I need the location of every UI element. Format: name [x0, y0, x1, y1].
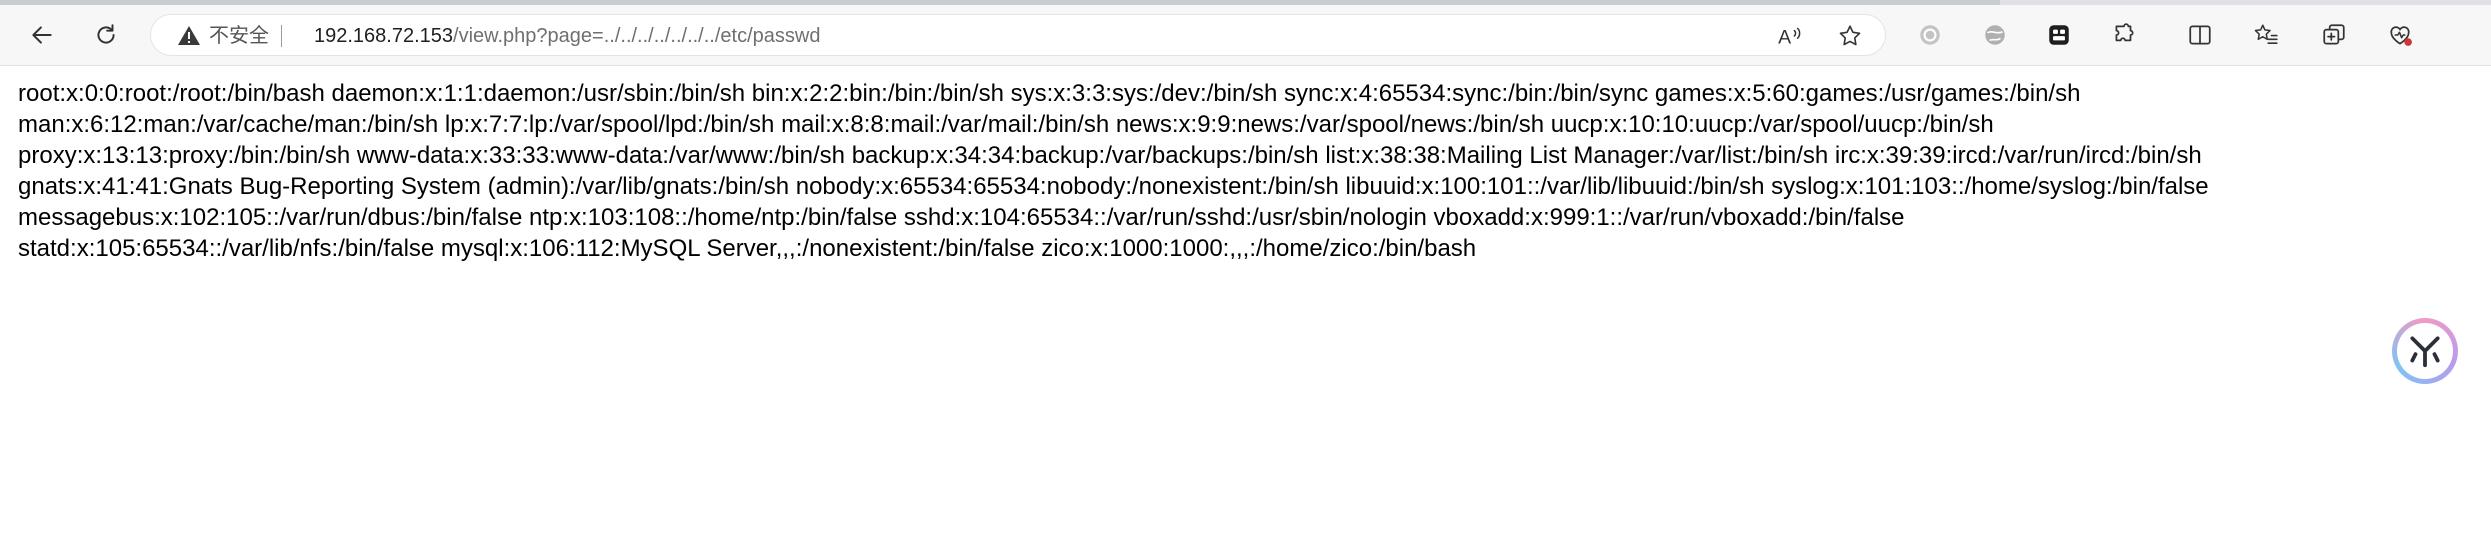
back-button[interactable] — [24, 17, 60, 53]
extension-gray-circle-button[interactable] — [1914, 19, 1946, 51]
passwd-line: man:x:6:12:man:/var/cache/man:/bin/sh lp… — [18, 111, 1994, 138]
svg-text:A: A — [1778, 27, 1791, 49]
extensions-puzzle-icon — [2115, 23, 2134, 42]
assistant-button-inner — [2397, 323, 2453, 379]
browser-essentials-button[interactable] — [2384, 19, 2416, 51]
back-arrow-icon — [32, 26, 52, 44]
passwd-line: messagebus:x:102:105::/var/run/dbus:/bin… — [18, 204, 1905, 231]
add-favorite-star-icon[interactable] — [1837, 23, 1863, 49]
refresh-button[interactable] — [88, 17, 124, 53]
security-label[interactable]: 不安全 — [209, 25, 269, 47]
page-content: root:x:0:0:root:/root:/bin/bash daemon:x… — [18, 78, 2478, 264]
split-screen-icon — [2189, 25, 2211, 45]
passwd-line: root:x:0:0:root:/root:/bin/bash daemon:x… — [18, 80, 2081, 107]
extension-tabs-button[interactable] — [2043, 19, 2075, 51]
extension-globe-button[interactable] — [1979, 19, 2011, 51]
extension-tabs-icon — [2049, 25, 2069, 45]
extension-globe-icon — [1985, 25, 2005, 45]
assistant-logo-icon — [2410, 336, 2440, 368]
split-screen-button[interactable] — [2184, 19, 2216, 51]
assistant-floating-button[interactable] — [2392, 318, 2458, 384]
url-text[interactable]: 192.168.72.153/view.php?page=../../../..… — [314, 24, 820, 48]
address-bar[interactable]: 不安全 192.168.72.153/view.php?page=../../.… — [150, 14, 1886, 56]
passwd-line: statd:x:105:65534::/var/lib/nfs:/bin/fal… — [18, 235, 1477, 262]
url-host: 192.168.72.153 — [314, 25, 454, 47]
favorites-button[interactable] — [2250, 19, 2282, 51]
browser-toolbar: 不安全 192.168.72.153/view.php?page=../../.… — [0, 5, 2491, 66]
address-separator — [281, 25, 282, 47]
not-secure-warning-icon[interactable] — [177, 24, 201, 48]
collections-icon — [2323, 24, 2345, 45]
passwd-line: gnats:x:41:41:Gnats Bug-Reporting System… — [18, 173, 2209, 200]
extension-gray-circle-icon — [1920, 25, 1940, 45]
url-path: /view.php?page=../../../../../../../etc/… — [453, 25, 821, 47]
refresh-icon — [97, 24, 115, 44]
collections-button[interactable] — [2318, 19, 2350, 51]
passwd-line: proxy:x:13:13:proxy:/bin:/bin/sh www-dat… — [18, 142, 2202, 169]
favorites-icon — [2254, 24, 2278, 44]
read-aloud-icon[interactable]: A — [1777, 23, 1803, 49]
browser-essentials-icon — [2390, 26, 2412, 46]
extensions-button[interactable] — [2108, 19, 2140, 51]
